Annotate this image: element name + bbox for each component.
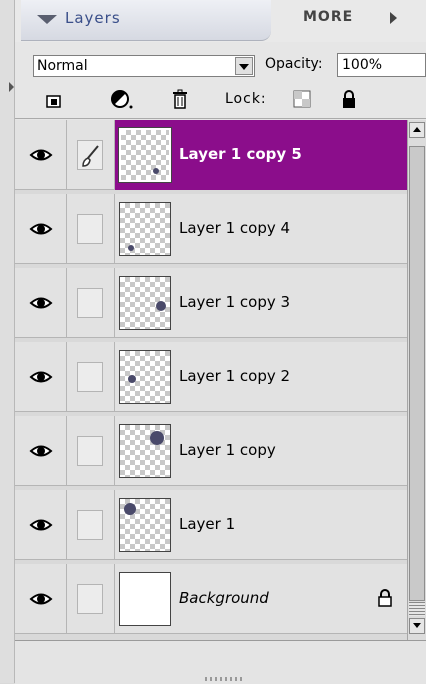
scroll-grip[interactable] <box>409 602 425 616</box>
trash-icon[interactable] <box>171 88 189 110</box>
layer-name: Layer 1 copy <box>179 441 276 459</box>
visibility-toggle[interactable] <box>15 416 67 486</box>
opacity-label: Opacity: <box>265 56 323 72</box>
dropdown-arrow-icon[interactable] <box>235 57 253 75</box>
blend-mode-select[interactable]: Normal <box>33 55 255 77</box>
layer-thumbnail <box>119 350 171 404</box>
link-toggle[interactable] <box>67 564 115 634</box>
eye-icon <box>29 149 53 161</box>
layer-thumb-area[interactable]: Layer 1 copy 5 <box>115 120 407 190</box>
lock-all-icon[interactable] <box>340 89 358 109</box>
star-shape-icon <box>124 503 136 515</box>
layer-thumb-area[interactable]: Background <box>115 564 407 634</box>
star-shape-icon <box>150 431 164 445</box>
blend-mode-value: Normal <box>37 58 88 74</box>
star-shape-icon <box>128 245 134 251</box>
star-shape-icon <box>156 301 166 311</box>
opacity-value: 100% <box>342 57 383 73</box>
lock-label: Lock: <box>225 91 267 107</box>
layer-name: Layer 1 copy 5 <box>179 145 302 163</box>
layer-row[interactable]: Layer 1 copy 4 <box>15 194 407 264</box>
layer-thumbnail <box>119 276 171 330</box>
more-button[interactable]: MORE <box>303 9 353 25</box>
layers-scrollbar[interactable] <box>407 120 426 640</box>
layer-row[interactable]: Layer 1 copy 2 <box>15 342 407 412</box>
layer-row[interactable]: Layer 1 <box>15 490 407 560</box>
layers-list: Layer 1 copy 5 Layer 1 copy 4 Layer 1 co… <box>15 120 407 640</box>
layer-thumbnail <box>118 127 172 183</box>
star-shape-icon <box>153 168 159 174</box>
layer-thumb-area[interactable]: Layer 1 copy 3 <box>115 268 407 338</box>
panel-footer <box>15 640 426 684</box>
layer-thumb-area[interactable]: Layer 1 copy 4 <box>115 194 407 264</box>
link-toggle[interactable] <box>67 120 115 190</box>
layer-name: Layer 1 <box>179 515 236 533</box>
link-box[interactable] <box>77 584 103 614</box>
link-toggle[interactable] <box>67 268 115 338</box>
layer-name: Layer 1 copy 2 <box>179 367 291 385</box>
layer-thumb-area[interactable]: Layer 1 copy <box>115 416 407 486</box>
layer-name: Layer 1 copy 3 <box>179 293 291 311</box>
link-box[interactable] <box>77 214 103 244</box>
eye-icon <box>29 593 53 605</box>
link-toggle[interactable] <box>67 490 115 560</box>
layer-row[interactable]: Background <box>15 564 407 634</box>
panel-header: Layers MORE <box>15 0 426 42</box>
scroll-up-button[interactable] <box>409 122 425 138</box>
layer-thumbnail <box>119 498 171 552</box>
adjustment-icon[interactable] <box>110 89 136 111</box>
tab-title: Layers <box>65 9 121 27</box>
link-box[interactable] <box>77 436 103 466</box>
eye-icon <box>29 519 53 531</box>
link-toggle[interactable] <box>67 342 115 412</box>
link-toggle[interactable] <box>67 416 115 486</box>
layer-name: Layer 1 copy 4 <box>179 219 291 237</box>
layers-panel: Layers MORE Normal Opacity: 100% Lock: L… <box>15 0 426 684</box>
visibility-toggle[interactable] <box>15 490 67 560</box>
lock-icon <box>378 589 392 607</box>
link-toggle[interactable] <box>67 194 115 264</box>
tab-layers[interactable]: Layers <box>21 0 271 41</box>
layer-thumb-area[interactable]: Layer 1 copy 2 <box>115 342 407 412</box>
eye-icon <box>29 445 53 457</box>
collapse-triangle-icon[interactable] <box>37 15 57 24</box>
layer-row[interactable]: Layer 1 copy 3 <box>15 268 407 338</box>
resize-grip[interactable] <box>205 677 245 681</box>
new-layer-icon[interactable] <box>45 92 63 110</box>
lock-transparency-icon[interactable] <box>293 90 311 108</box>
layer-thumb-area[interactable]: Layer 1 <box>115 490 407 560</box>
link-box[interactable] <box>77 288 103 318</box>
layer-thumbnail <box>119 202 171 256</box>
layer-name: Background <box>179 589 269 607</box>
visibility-toggle[interactable] <box>15 194 67 264</box>
layer-row[interactable]: Layer 1 copy <box>15 416 407 486</box>
brush-icon <box>82 145 99 167</box>
scroll-down-button[interactable] <box>409 618 425 634</box>
window-left-edge <box>0 0 15 683</box>
toolbar-divider <box>15 118 426 119</box>
link-box[interactable] <box>77 362 103 392</box>
eye-icon <box>29 371 53 383</box>
layer-thumbnail <box>119 424 171 478</box>
layer-row[interactable]: Layer 1 copy 5 <box>15 120 407 190</box>
eye-icon <box>29 297 53 309</box>
link-box[interactable] <box>77 510 103 540</box>
eye-icon <box>29 223 53 235</box>
opacity-input[interactable]: 100% <box>337 53 426 77</box>
link-box[interactable] <box>77 140 103 170</box>
visibility-toggle[interactable] <box>15 120 67 190</box>
visibility-toggle[interactable] <box>15 268 67 338</box>
more-arrow-icon[interactable] <box>390 12 397 24</box>
visibility-toggle[interactable] <box>15 342 67 412</box>
star-shape-icon <box>128 375 136 383</box>
expand-arrow-icon[interactable] <box>9 82 14 92</box>
visibility-toggle[interactable] <box>15 564 67 634</box>
layer-thumbnail <box>119 572 171 626</box>
scroll-thumb[interactable] <box>409 146 425 601</box>
